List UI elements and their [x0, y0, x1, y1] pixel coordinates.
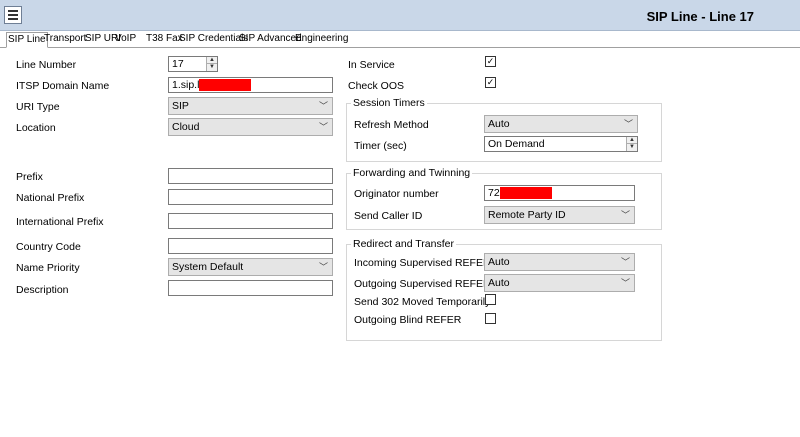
- refresh-method-value: Auto: [488, 118, 510, 130]
- uri-type-value: SIP: [172, 100, 189, 112]
- tab-sip-line[interactable]: SIP Line: [6, 32, 48, 48]
- tab-engineering[interactable]: Engineering: [294, 32, 349, 47]
- outgoing-refer-label: Outgoing Supervised REFER: [354, 278, 491, 290]
- send-caller-id-select[interactable]: Remote Party ID ﹀: [484, 206, 635, 224]
- session-timers-title: Session Timers: [351, 97, 427, 109]
- chevron-down-icon: ﹀: [623, 119, 633, 129]
- forwarding-title: Forwarding and Twinning: [351, 167, 473, 179]
- line-number-value: 17: [172, 58, 184, 70]
- chevron-down-icon: ﹀: [620, 278, 630, 288]
- location-select[interactable]: Cloud ﹀: [168, 118, 333, 136]
- blind-refer-label: Outgoing Blind REFER: [354, 314, 462, 326]
- outgoing-refer-value: Auto: [488, 277, 510, 289]
- tab-sip-advanced[interactable]: SIP Advanced: [238, 32, 303, 47]
- outgoing-refer-select[interactable]: Auto ﹀: [484, 274, 635, 292]
- redaction-block: [499, 187, 552, 200]
- location-value: Cloud: [172, 121, 200, 133]
- timer-spinner[interactable]: On Demand ▲ ▼: [484, 136, 638, 152]
- send-302-checkbox[interactable]: [485, 294, 496, 305]
- refresh-method-select[interactable]: Auto ﹀: [484, 115, 638, 133]
- incoming-refer-label: Incoming Supervised REFER: [354, 257, 491, 269]
- chevron-down-icon: ﹀: [318, 122, 328, 132]
- send-302-label: Send 302 Moved Temporarily: [354, 296, 491, 308]
- chevron-down-icon: ﹀: [318, 262, 328, 272]
- incoming-refer-value: Auto: [488, 256, 510, 268]
- itsp-domain-input[interactable]: 1.sip.l: [168, 77, 333, 93]
- uri-type-select[interactable]: SIP ﹀: [168, 97, 333, 115]
- itsp-domain-value: 1.sip.l: [172, 79, 200, 91]
- title-bar: SIP Line - Line 17: [0, 0, 800, 31]
- national-prefix-input[interactable]: [168, 189, 333, 205]
- refresh-method-label: Refresh Method: [354, 119, 429, 131]
- country-code-input[interactable]: [168, 238, 333, 254]
- description-label: Description: [16, 284, 69, 296]
- chevron-down-icon: ﹀: [620, 257, 630, 267]
- tab-bar: SIP Line Transport SIP URI VoIP T38 Fax …: [0, 32, 800, 48]
- check-oos-label: Check OOS: [348, 80, 405, 92]
- in-service-checkbox[interactable]: ✓: [485, 56, 496, 67]
- chevron-down-icon: ﹀: [620, 210, 630, 220]
- name-priority-label: Name Priority: [16, 262, 80, 274]
- spinner-arrows-icon[interactable]: ▲ ▼: [626, 137, 637, 151]
- itsp-domain-label: ITSP Domain Name: [16, 80, 110, 92]
- incoming-refer-select[interactable]: Auto ﹀: [484, 253, 635, 271]
- timer-label: Timer (sec): [354, 140, 407, 152]
- country-code-label: Country Code: [16, 241, 81, 253]
- line-number-label: Line Number: [16, 59, 77, 71]
- timer-value: On Demand: [488, 138, 545, 150]
- originator-number-label: Originator number: [354, 188, 439, 200]
- page-title: SIP Line - Line 17: [646, 9, 754, 24]
- tab-voip[interactable]: VoIP: [114, 32, 137, 47]
- line-number-spinner[interactable]: 17 ▲ ▼: [168, 56, 218, 72]
- name-priority-value: System Default: [172, 261, 244, 273]
- in-service-label: In Service: [348, 59, 395, 71]
- name-priority-select[interactable]: System Default ﹀: [168, 258, 333, 276]
- redirect-title: Redirect and Transfer: [351, 238, 456, 250]
- send-caller-id-value: Remote Party ID: [488, 209, 566, 221]
- send-caller-id-label: Send Caller ID: [354, 210, 423, 222]
- originator-number-input[interactable]: 72: [484, 185, 635, 201]
- location-label: Location: [16, 122, 56, 134]
- redaction-block: [199, 79, 252, 92]
- blind-refer-checkbox[interactable]: [485, 313, 496, 324]
- international-prefix-label: International Prefix: [16, 216, 104, 228]
- spinner-arrows-icon[interactable]: ▲ ▼: [206, 57, 217, 71]
- chevron-down-icon: ﹀: [318, 101, 328, 111]
- tab-transport[interactable]: Transport: [43, 32, 87, 47]
- originator-number-value: 72: [488, 187, 500, 199]
- description-input[interactable]: [168, 280, 333, 296]
- prefix-input[interactable]: [168, 168, 333, 184]
- check-oos-checkbox[interactable]: ✓: [485, 77, 496, 88]
- national-prefix-label: National Prefix: [16, 192, 85, 204]
- uri-type-label: URI Type: [16, 101, 60, 113]
- prefix-label: Prefix: [16, 171, 43, 183]
- list-icon[interactable]: [4, 6, 22, 24]
- international-prefix-input[interactable]: [168, 213, 333, 229]
